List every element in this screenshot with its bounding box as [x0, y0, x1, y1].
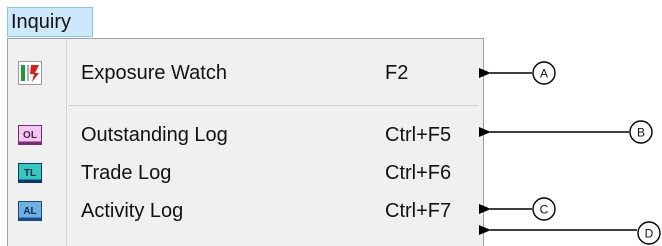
- callout-a: A: [479, 61, 556, 85]
- callout-c-label: C: [540, 203, 549, 217]
- annotation-layer: A B C D: [479, 61, 661, 245]
- callout-c: C: [479, 197, 556, 221]
- callout-d: D: [479, 221, 661, 245]
- callout-b: B: [479, 120, 653, 144]
- callout-b-label: B: [637, 126, 645, 140]
- application-window: Inquiry Exposure Watch F2 OL Outstanding…: [0, 0, 662, 246]
- callout-a-label: A: [540, 67, 548, 81]
- callout-d-label: D: [645, 227, 654, 241]
